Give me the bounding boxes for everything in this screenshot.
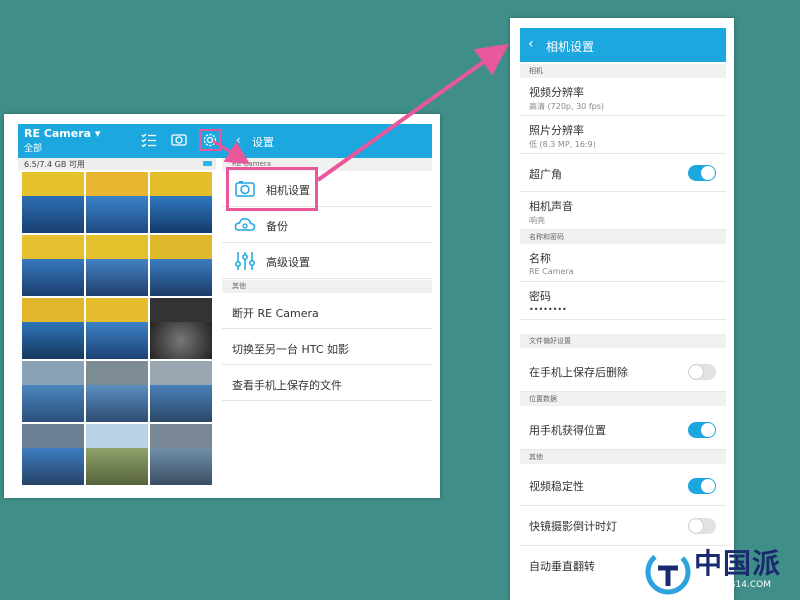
setting-label: 视频分辨率 (529, 86, 584, 99)
setting-value: RE Camera (529, 267, 574, 276)
setting-wide-angle[interactable]: 超广角 (520, 154, 726, 192)
toggle-knob (701, 423, 715, 437)
menu-label: 高级设置 (266, 256, 310, 269)
setting-password[interactable]: 密码 •••••••• (520, 282, 726, 320)
setting-video-stabilization[interactable]: 视频稳定性 (520, 466, 726, 506)
app-subtitle: 全部 (24, 144, 43, 154)
setting-label: 视频稳定性 (529, 480, 584, 493)
section-header-other: 其他 (520, 450, 726, 464)
setting-label: 快镜摄影倒计时灯 (529, 520, 617, 533)
photo-grid (22, 172, 214, 488)
wide-angle-toggle[interactable] (688, 165, 716, 181)
sliders-icon (234, 251, 256, 271)
section-header-file-pref: 文件偏好设置 (520, 334, 726, 348)
watermark: 中国派 BBS.CN314.COM (644, 542, 798, 598)
menu-item-disconnect[interactable]: 断开 RE Camera (222, 293, 432, 329)
toggle-knob (701, 166, 715, 180)
setting-value: 低 (8.3 MP, 16:9) (529, 140, 596, 149)
photo-thumbnail[interactable] (22, 172, 84, 233)
setting-use-phone-location[interactable]: 用手机获得位置 (520, 410, 726, 450)
video-stabilization-toggle[interactable] (688, 478, 716, 494)
section-header-name-password: 名称和密码 (520, 230, 726, 244)
menu-label: 切换至另一台 HTC 如影 (232, 343, 350, 356)
cloud-icon (234, 215, 256, 235)
timelapse-countdown-toggle[interactable] (688, 518, 716, 534)
menu-item-switch-device[interactable]: 切换至另一台 HTC 如影 (222, 329, 432, 365)
setting-name[interactable]: 名称 RE Camera (520, 244, 726, 282)
section-header-camera: 相机 (520, 64, 726, 78)
app-bar: ‹ 相机设置 (520, 28, 726, 62)
setting-label: 在手机上保存后删除 (529, 366, 628, 379)
photo-thumbnail[interactable] (22, 424, 84, 485)
app-bar: RE Camera ▾ 全部 ‹ 设置 (18, 124, 432, 158)
photo-thumbnail[interactable] (150, 235, 212, 296)
battery-icon (203, 161, 212, 166)
photo-thumbnail[interactable] (22, 298, 84, 359)
toggle-knob (689, 365, 703, 379)
photo-thumbnail[interactable] (86, 172, 148, 233)
setting-label: 照片分辨率 (529, 124, 584, 137)
photo-thumbnail[interactable] (86, 235, 148, 296)
setting-label: 名称 (529, 252, 551, 265)
camera-icon[interactable] (170, 131, 188, 149)
watermark-url: BBS.CN314.COM (696, 580, 771, 590)
setting-label: 自动垂直翻转 (529, 560, 595, 573)
toggle-knob (701, 479, 715, 493)
menu-label: 断开 RE Camera (232, 307, 319, 320)
setting-delete-after-save[interactable]: 在手机上保存后删除 (520, 352, 726, 392)
photo-thumbnail[interactable] (22, 361, 84, 422)
back-chevron-icon[interactable]: ‹ (236, 133, 241, 147)
settings-title: 设置 (252, 136, 274, 149)
watermark-text: 中国派 (694, 547, 782, 580)
photo-thumbnail[interactable] (150, 298, 212, 359)
setting-camera-sound[interactable]: 相机声音 响亮 (520, 192, 726, 230)
use-phone-location-toggle[interactable] (688, 422, 716, 438)
list-check-icon[interactable] (140, 131, 158, 149)
highlight-box (226, 167, 318, 211)
storage-indicator: 6.5/7.4 GB 可用 (18, 158, 216, 170)
menu-label: 查看手机上保存的文件 (232, 379, 342, 392)
menu-label: 备份 (266, 220, 288, 233)
setting-label: 相机声音 (529, 200, 573, 213)
photo-thumbnail[interactable] (86, 424, 148, 485)
storage-text: 6.5/7.4 GB 可用 (24, 160, 85, 169)
back-chevron-icon[interactable]: ‹ (528, 36, 534, 52)
setting-value: 响亮 (529, 216, 545, 225)
page-title: 相机设置 (546, 40, 595, 54)
menu-item-backup[interactable]: 备份 (222, 207, 432, 243)
setting-value: 高清 (720p, 30 fps) (529, 102, 605, 111)
photo-thumbnail[interactable] (150, 361, 212, 422)
setting-label: 用手机获得位置 (529, 424, 606, 437)
app-title-dropdown[interactable]: RE Camera ▾ (24, 127, 100, 140)
menu-item-view-saved-files[interactable]: 查看手机上保存的文件 (222, 365, 432, 401)
gear-icon[interactable] (199, 129, 221, 151)
section-header-location: 位置数据 (520, 392, 726, 406)
right-screenshot: ‹ 相机设置 相机 视频分辨率 高清 (720p, 30 fps) 照片分辨率 … (510, 18, 734, 600)
setting-photo-resolution[interactable]: 照片分辨率 低 (8.3 MP, 16:9) (520, 116, 726, 154)
toggle-knob (689, 519, 703, 533)
menu-item-advanced-settings[interactable]: 高级设置 (222, 243, 432, 279)
setting-label: 密码 (529, 290, 551, 303)
left-screenshot: RE Camera ▾ 全部 ‹ 设置 6.5/7.4 GB 可用 RE Cam… (4, 114, 440, 498)
photo-thumbnail[interactable] (22, 235, 84, 296)
section-header-other: 其他 (222, 280, 432, 293)
photo-thumbnail[interactable] (150, 172, 212, 233)
photo-thumbnail[interactable] (150, 424, 212, 485)
watermark-logo-icon (645, 549, 691, 595)
photo-thumbnail[interactable] (86, 298, 148, 359)
delete-after-save-toggle[interactable] (688, 364, 716, 380)
setting-timelapse-countdown[interactable]: 快镜摄影倒计时灯 (520, 506, 726, 546)
setting-video-resolution[interactable]: 视频分辨率 高清 (720p, 30 fps) (520, 78, 726, 116)
photo-thumbnail[interactable] (86, 361, 148, 422)
password-mask: •••••••• (529, 305, 567, 314)
setting-label: 超广角 (529, 168, 562, 181)
